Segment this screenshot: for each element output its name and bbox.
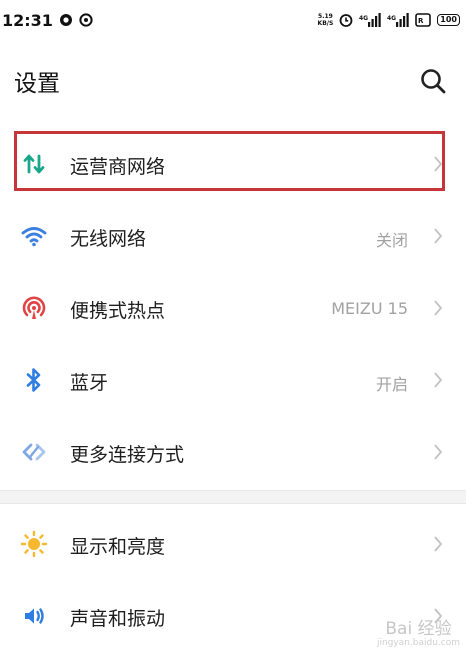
search-icon bbox=[421, 69, 446, 94]
setting-value: 关闭 bbox=[375, 231, 408, 250]
chevron-right-icon bbox=[434, 444, 443, 460]
setting-label: 蓝牙 bbox=[70, 372, 109, 394]
brightness-icon bbox=[20, 530, 48, 558]
hotspot-status-icon bbox=[79, 13, 93, 27]
setting-label: 无线网络 bbox=[70, 228, 147, 250]
battery-indicator: 100 bbox=[437, 14, 460, 26]
setting-label: 显示和亮度 bbox=[70, 536, 166, 558]
setting-row-hotspot[interactable]: 便携式热点 MEIZU 15 bbox=[0, 272, 466, 344]
signal-4g-icon-1: 4G bbox=[359, 13, 381, 27]
setting-row-more-connections[interactable]: 更多连接方式 bbox=[0, 416, 466, 488]
chevron-right-icon bbox=[434, 156, 443, 172]
status-bar: 12:31 5.19 KB/S 4G 4G R 100 bbox=[0, 0, 466, 40]
setting-value: MEIZU 15 bbox=[331, 299, 408, 318]
hd-call-icon: R bbox=[415, 13, 432, 27]
mobile-data-icon bbox=[20, 150, 48, 178]
watermark: Bai 经验 jingyan.baidu.com bbox=[376, 619, 460, 649]
link-icon bbox=[20, 438, 48, 466]
app-header: 设置 bbox=[0, 54, 466, 110]
setting-label: 更多连接方式 bbox=[70, 444, 185, 466]
bluetooth-icon bbox=[20, 366, 48, 394]
setting-label: 声音和振动 bbox=[70, 608, 166, 630]
setting-row-display-brightness[interactable]: 显示和亮度 bbox=[0, 508, 466, 580]
status-time: 12:31 bbox=[2, 10, 53, 30]
section-divider bbox=[0, 490, 466, 504]
setting-label: 运营商网络 bbox=[70, 156, 166, 178]
wifi-icon bbox=[20, 222, 48, 250]
setting-row-wifi[interactable]: 无线网络 关闭 bbox=[0, 200, 466, 272]
setting-value: 开启 bbox=[375, 375, 408, 394]
svg-text:R: R bbox=[418, 17, 424, 25]
sound-icon bbox=[20, 602, 48, 630]
svg-text:4G: 4G bbox=[359, 15, 368, 22]
setting-row-bluetooth[interactable]: 蓝牙 开启 bbox=[0, 344, 466, 416]
signal-4g-icon-2: 4G bbox=[387, 13, 409, 27]
page-title: 设置 bbox=[14, 71, 60, 97]
svg-text:4G: 4G bbox=[387, 15, 396, 22]
chevron-right-icon bbox=[434, 536, 443, 552]
search-button[interactable] bbox=[418, 66, 448, 96]
setting-label: 便携式热点 bbox=[70, 300, 166, 322]
network-speed: 5.19 KB/S bbox=[317, 13, 334, 27]
chevron-right-icon bbox=[434, 300, 443, 316]
chevron-right-icon bbox=[434, 228, 443, 244]
chevron-right-icon bbox=[434, 372, 443, 388]
setting-row-carrier-network[interactable]: 运营商网络 bbox=[0, 128, 466, 200]
alarm-icon bbox=[339, 13, 353, 27]
connection-settings-group: 运营商网络 无线网络 关闭 便携式热点 MEIZU 15 蓝牙 开启 更多连接方… bbox=[0, 128, 466, 488]
notification-app-icon bbox=[59, 13, 73, 27]
hotspot-icon bbox=[20, 294, 48, 322]
